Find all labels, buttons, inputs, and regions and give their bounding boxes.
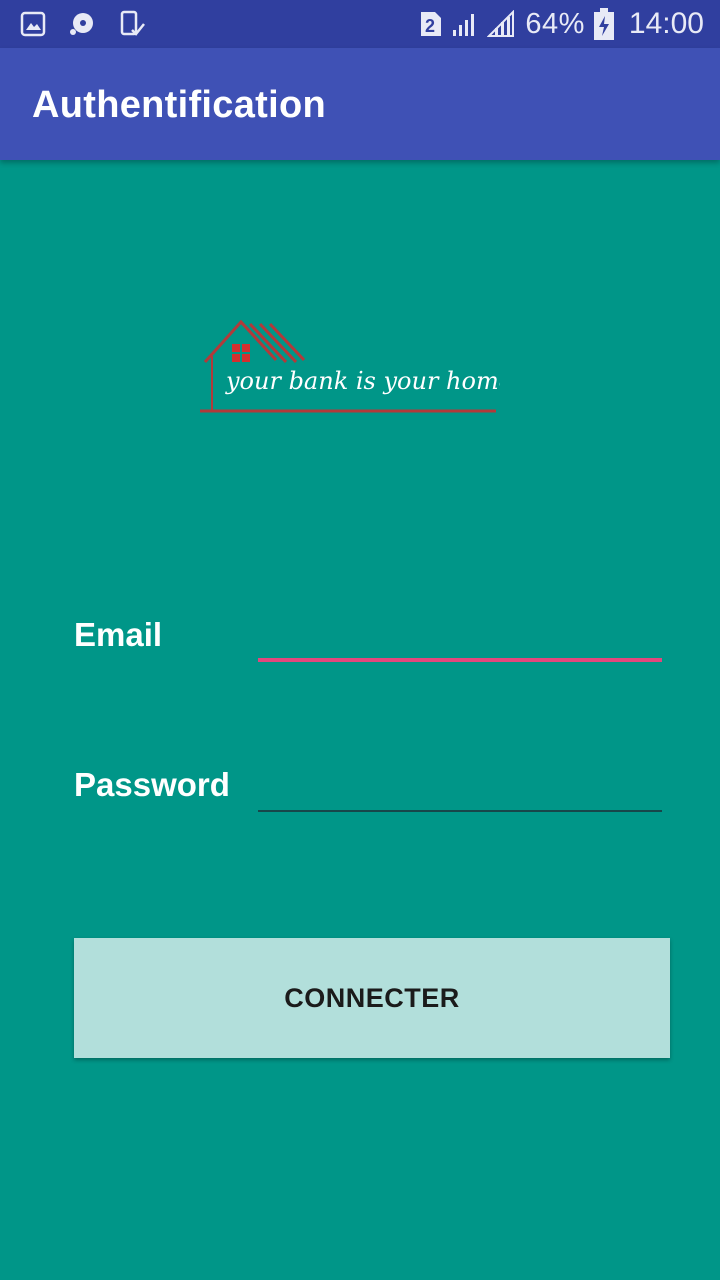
app-bar: Authentification <box>0 48 720 160</box>
status-bar: 2 64% 14:00 <box>0 0 720 48</box>
notification-icons <box>20 0 146 48</box>
email-field[interactable] <box>258 602 662 662</box>
password-field[interactable] <box>258 752 662 812</box>
phone-check-icon <box>118 10 146 38</box>
battery-charging-icon <box>593 7 615 41</box>
sim-2-icon: 2 <box>419 10 443 38</box>
image-icon <box>20 11 46 37</box>
disc-icon <box>68 10 96 38</box>
system-icons: 2 64% 14:00 <box>419 0 704 48</box>
bank-logo: your bank is your home <box>198 316 513 420</box>
battery-percent: 64% <box>525 7 585 40</box>
page-title: Authentification <box>32 84 326 126</box>
sim-badge: 2 <box>425 16 435 36</box>
password-label: Password <box>74 766 230 803</box>
signal-alt-icon <box>487 10 517 38</box>
email-label: Email <box>74 616 163 653</box>
signal-icon <box>451 10 479 38</box>
connect-button[interactable]: CONNECTER <box>74 938 670 1058</box>
logo-tagline: your bank is your home <box>225 367 500 395</box>
clock: 14:00 <box>628 7 704 40</box>
